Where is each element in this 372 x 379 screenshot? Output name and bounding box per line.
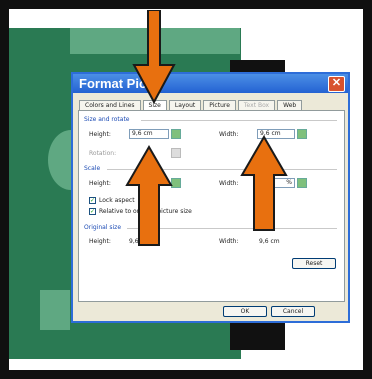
relative-size-checkbox[interactable]: ✓ xyxy=(89,208,96,215)
width-label: Width: xyxy=(219,131,239,138)
format-picture-dialog: Format Pic ✕ Colors and Lines Size Layou… xyxy=(71,72,350,323)
cancel-button[interactable]: Cancel xyxy=(271,306,315,317)
section-original-size: Original size xyxy=(84,224,122,231)
section-scale: Scale xyxy=(84,165,101,172)
close-button[interactable]: ✕ xyxy=(328,76,345,92)
original-width-label: Width: xyxy=(219,238,239,245)
arrow-up-width-field xyxy=(240,135,288,231)
height-spinner[interactable] xyxy=(171,129,181,139)
lock-aspect-checkbox[interactable]: ✓ xyxy=(89,197,96,204)
height-field[interactable]: 9,6 cm xyxy=(129,129,169,139)
scale-width-label: Width: xyxy=(219,180,239,187)
rotation-label: Rotation: xyxy=(89,150,117,157)
arrow-down-size-tab xyxy=(132,10,176,105)
dialog-titlebar[interactable]: Format Pic ✕ xyxy=(73,74,348,93)
arrow-up-height-field xyxy=(125,145,173,246)
original-height-label: Height: xyxy=(89,238,111,245)
scale-height-label: Height: xyxy=(89,180,111,187)
reset-button[interactable]: Reset xyxy=(292,258,336,269)
section-size-rotate: Size and rotate xyxy=(84,116,130,123)
ok-button[interactable]: OK xyxy=(223,306,267,317)
slide-shape xyxy=(40,290,70,330)
size-tab-panel: Size and rotate Height: 9,6 cm Width: 9,… xyxy=(78,110,345,302)
height-label: Height: xyxy=(89,131,111,138)
divider xyxy=(141,120,337,121)
